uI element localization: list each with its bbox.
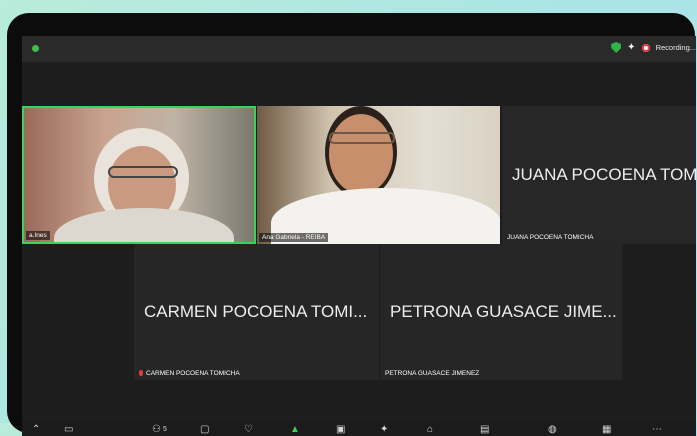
sparkle-icon[interactable]: ✦ — [627, 42, 635, 53]
meeting-window: ✦ Recording... a.Ines Ana Gabriela - REI… — [22, 36, 696, 436]
mic-icon[interactable]: ⌃ — [32, 424, 40, 436]
participants-count: 5 — [163, 426, 167, 433]
sparkle-icon[interactable]: ✦ — [380, 424, 388, 436]
participant-name-tag: JUANA POCOENA TOMICHA — [507, 234, 594, 241]
participant-name-tag: PETRONA GUASACE JIMENEZ — [385, 370, 480, 377]
participant-display-name: JUANA POCOENA TOM — [512, 165, 696, 184]
whiteboard-icon[interactable]: ⌂ — [427, 424, 433, 436]
glasses-shape — [108, 166, 178, 178]
apps-icon[interactable]: ▣ — [336, 424, 345, 436]
participant-name-tag: a.Ines — [26, 231, 50, 240]
participant-body — [54, 208, 234, 242]
connection-status-icon — [32, 45, 39, 52]
share-screen-icon[interactable]: ▲ — [290, 424, 300, 436]
participant-video-tile[interactable]: a.Ines — [22, 106, 256, 244]
video-icon[interactable]: ▭ — [64, 424, 73, 436]
participant-name-tile[interactable]: CARMEN POCOENA TOMI... CARMEN POCOENA TO… — [134, 244, 379, 380]
participant-name-tag: Ana Gabriela - REIBA — [259, 233, 329, 242]
participant-name-tile[interactable]: JUANA POCOENA TOM JUANA POCOENA TOMICHA — [502, 106, 696, 244]
participant-display-name: CARMEN POCOENA TOMI... — [144, 302, 368, 321]
top-right-controls: ✦ Recording... — [611, 42, 696, 53]
meeting-toolbar: ⌃ ▭ ⚇ 5 ▢ ♡ ▲ ▣ ✦ ⌂ ▤ ◍ ▦ ⋯ — [22, 422, 696, 436]
view-icon[interactable]: ▤ — [480, 424, 489, 436]
tablet-frame: ✦ Recording... a.Ines Ana Gabriela - REI… — [7, 13, 696, 436]
mic-muted-icon — [139, 370, 143, 377]
participant-display-name: PETRONA GUASACE JIME... — [390, 302, 617, 321]
participant-name-tag-muted: CARMEN POCOENA TOMICHA — [136, 369, 243, 378]
globe-icon[interactable]: ◍ — [548, 424, 557, 436]
record-icon — [641, 43, 650, 52]
participant-face — [329, 114, 393, 194]
grid-view-icon[interactable]: ▦ — [602, 424, 611, 436]
more-icon[interactable]: ⋯ — [652, 424, 662, 436]
participant-name-tag-text: CARMEN POCOENA TOMICHA — [146, 370, 240, 377]
glasses-shape — [329, 132, 395, 144]
participants-icon[interactable]: ⚇ — [152, 424, 161, 436]
participant-video-tile[interactable]: Ana Gabriela - REIBA — [257, 106, 500, 244]
recording-label[interactable]: Recording... — [656, 43, 696, 52]
reactions-icon[interactable]: ♡ — [244, 424, 253, 436]
top-bar: ✦ Recording... — [22, 36, 696, 62]
participant-name-tile[interactable]: PETRONA GUASACE JIME... PETRONA GUASACE … — [380, 244, 622, 380]
shield-icon[interactable] — [611, 42, 622, 53]
chat-icon[interactable]: ▢ — [200, 424, 209, 436]
